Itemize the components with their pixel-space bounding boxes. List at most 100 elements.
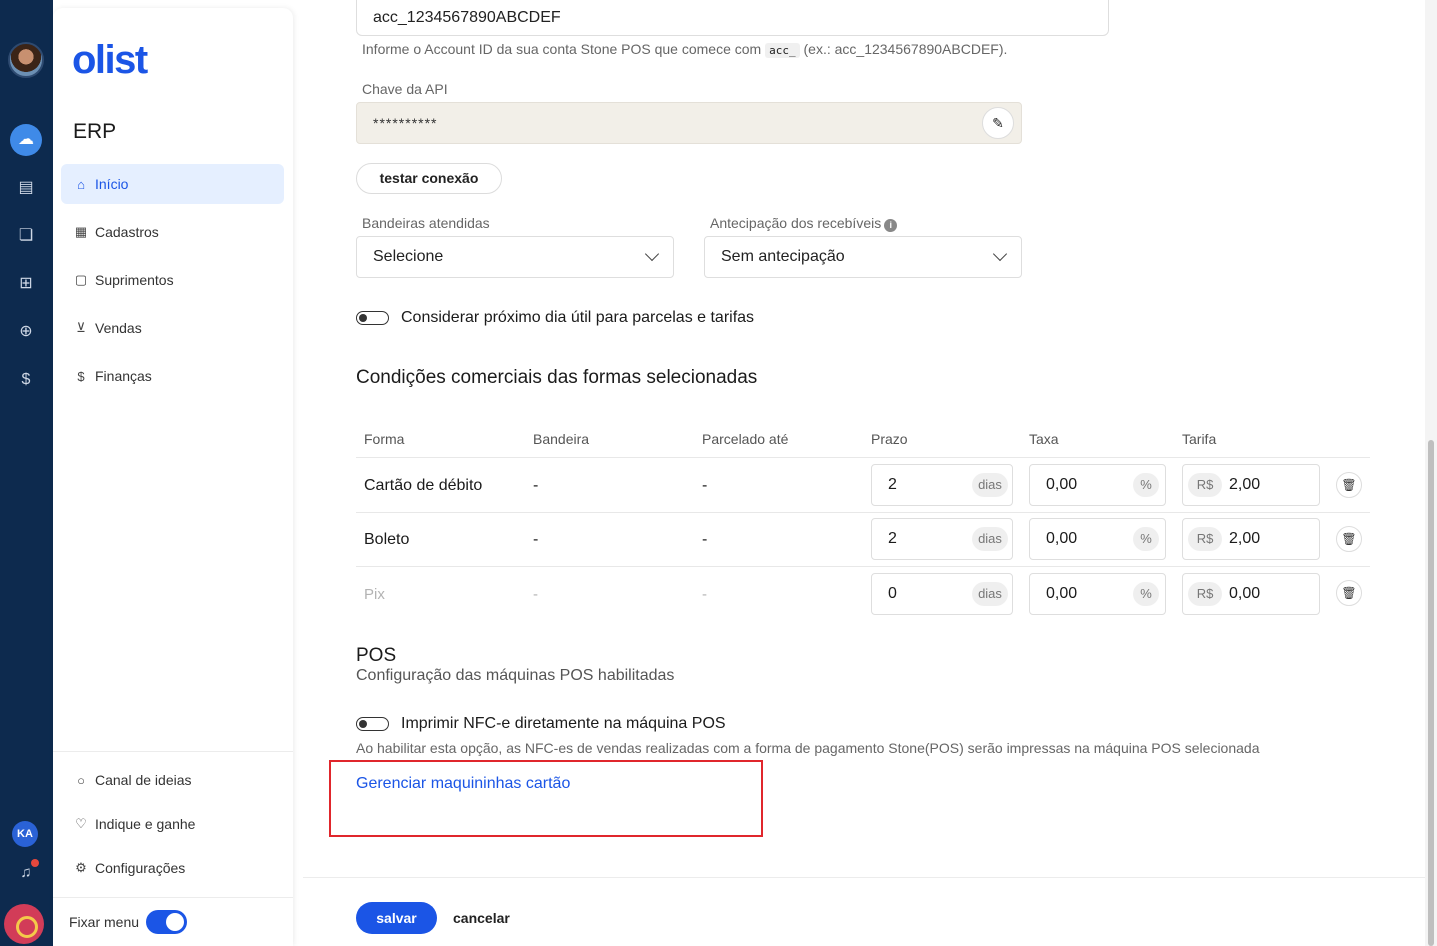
scrollbar-thumb[interactable] [1428, 440, 1434, 946]
cloud-icon[interactable]: ☁ [10, 124, 42, 156]
chevron-down-icon [992, 246, 1008, 262]
print-nfce-label: Imprimir NFC-e diretamente na máquina PO… [401, 715, 726, 732]
next-business-day-label: Considerar próximo dia útil para parcela… [401, 309, 755, 326]
cell-forma: Cartão de débito [364, 477, 483, 494]
money-icon: $ [77, 368, 85, 384]
sidebar: olist ERP ⌂ Início ▦ Cadastros ▢ Suprime… [53, 8, 293, 946]
currency-prefix: R$ [1188, 527, 1222, 551]
tarifa-input[interactable]: R$ 2,00 [1182, 464, 1320, 506]
column-header-taxa: Taxa [1029, 431, 1059, 447]
prazo-input[interactable]: 0 dias [871, 573, 1013, 615]
print-nfce-toggle[interactable] [356, 717, 389, 731]
delete-row-button[interactable]: 🗑 [1336, 472, 1362, 498]
pos-title: POS [356, 645, 397, 666]
trash-icon: 🗑 [1341, 532, 1357, 546]
pos-subtitle: Configuração das máquinas POS habilitada… [356, 667, 675, 684]
taxa-input[interactable]: 0,00 % [1029, 573, 1166, 615]
percent-suffix: % [1133, 527, 1159, 551]
main-content: acc_1234567890ABCDEF Informe o Account I… [293, 0, 1425, 946]
days-suffix: dias [972, 473, 1008, 497]
cell-bandeira: - [533, 531, 539, 548]
anticipation-select[interactable]: Sem antecipação [704, 236, 1022, 278]
sidebar-divider [53, 751, 293, 752]
user-initials-badge[interactable]: KA [12, 821, 38, 847]
sidebar-item-cadastros[interactable]: ▦ Cadastros [61, 212, 284, 252]
edit-api-key-button[interactable]: ✎ [982, 107, 1014, 139]
sidebar-item-label: Suprimentos [95, 272, 174, 288]
cell-forma: Pix [364, 586, 385, 603]
flags-select-value: Selecione [373, 248, 444, 265]
percent-suffix: % [1133, 473, 1159, 497]
sidebar-item-configuracoes[interactable]: ⚙ Configurações [61, 848, 284, 888]
sidebar-divider [53, 897, 293, 898]
user-avatar[interactable] [8, 42, 44, 78]
percent-suffix: % [1133, 582, 1159, 606]
notification-dot [31, 859, 39, 867]
taxa-input[interactable]: 0,00 % [1029, 464, 1166, 506]
cell-forma: Boleto [364, 531, 410, 548]
currency-prefix: R$ [1188, 582, 1222, 606]
tarifa-input[interactable]: R$ 2,00 [1182, 518, 1320, 560]
column-header-parcelado: Parcelado até [702, 431, 789, 447]
print-nfce-help: Ao habilitar esta opção, as NFC-es de ve… [356, 740, 1260, 756]
account-prefix-code: acc_ [765, 43, 800, 58]
sidebar-item-canal-de-ideias[interactable]: ○ Canal de ideias [61, 760, 284, 800]
table-divider [356, 566, 1370, 567]
sidebar-item-label: Vendas [95, 320, 142, 336]
atom-icon[interactable] [4, 904, 44, 944]
column-header-prazo: Prazo [871, 431, 908, 447]
gear-icon: ⚙ [75, 860, 87, 875]
prazo-input[interactable]: 2 dias [871, 518, 1013, 560]
trash-icon: 🗑 [1341, 586, 1357, 600]
table-divider [356, 512, 1370, 513]
column-header-bandeira: Bandeira [533, 431, 590, 447]
fix-menu-toggle[interactable] [146, 910, 187, 934]
account-id-help: Informe o Account ID da sua conta Stone … [362, 41, 1008, 58]
trash-icon: 🗑 [1341, 478, 1357, 492]
delete-row-button[interactable]: 🗑 [1336, 580, 1362, 606]
sidebar-item-label: Configurações [95, 860, 186, 876]
app-rail: ☁ ▤ ❏ ⊞ ⊕ $ KA ♫ [0, 0, 53, 946]
cell-parcelado: - [702, 586, 707, 603]
bell-icon[interactable]: ♫ [16, 864, 36, 884]
column-header-forma: Forma [364, 431, 405, 447]
table-divider [356, 457, 1370, 458]
info-icon[interactable]: i [884, 219, 898, 232]
store-icon[interactable]: ▤ [14, 176, 38, 200]
chevron-down-icon [644, 246, 660, 262]
delete-row-button[interactable]: 🗑 [1336, 526, 1362, 552]
test-connection-button[interactable]: testar conexão [356, 163, 502, 194]
document-icon: ▦ [74, 224, 88, 239]
sidebar-item-label: Início [95, 176, 129, 192]
box-dollar-icon[interactable]: ❏ [14, 224, 38, 248]
next-business-day-toggle[interactable] [356, 311, 389, 325]
sidebar-item-suprimentos[interactable]: ▢ Suprimentos [61, 260, 284, 300]
box-icon: ▢ [74, 272, 88, 287]
cart-icon[interactable]: ⊞ [14, 272, 38, 296]
sidebar-item-financas[interactable]: $ Finanças [61, 356, 284, 396]
cell-bandeira: - [533, 477, 539, 494]
taxa-input[interactable]: 0,00 % [1029, 518, 1166, 560]
days-suffix: dias [972, 582, 1008, 606]
sidebar-item-vendas[interactable]: ⊻ Vendas [61, 308, 284, 348]
sidebar-item-label: Indique e ganhe [95, 816, 196, 832]
cell-parcelado: - [702, 531, 708, 548]
edit-icon: ✎ [992, 115, 1004, 131]
save-button[interactable]: salvar [356, 902, 437, 934]
account-id-input[interactable]: acc_1234567890ABCDEF [356, 0, 1109, 36]
flags-select[interactable]: Selecione [356, 236, 674, 278]
tarifa-input[interactable]: R$ 0,00 [1182, 573, 1320, 615]
sidebar-item-inicio[interactable]: ⌂ Início [61, 164, 284, 204]
cancel-button[interactable]: cancelar [453, 910, 510, 926]
prazo-input[interactable]: 2 dias [871, 464, 1013, 506]
home-icon: ⌂ [77, 176, 85, 192]
days-suffix: dias [972, 527, 1008, 551]
footer-divider [303, 877, 1425, 878]
olist-logo[interactable]: olist [72, 38, 148, 83]
money-bag-icon[interactable]: $ [14, 368, 38, 392]
scrollbar[interactable] [1425, 0, 1437, 946]
sidebar-item-indique-e-ganhe[interactable]: ♡ Indique e ganhe [61, 804, 284, 844]
lightbulb-icon: ○ [77, 772, 85, 788]
api-key-field: ********** [356, 102, 1022, 144]
chat-add-icon[interactable]: ⊕ [14, 320, 38, 344]
